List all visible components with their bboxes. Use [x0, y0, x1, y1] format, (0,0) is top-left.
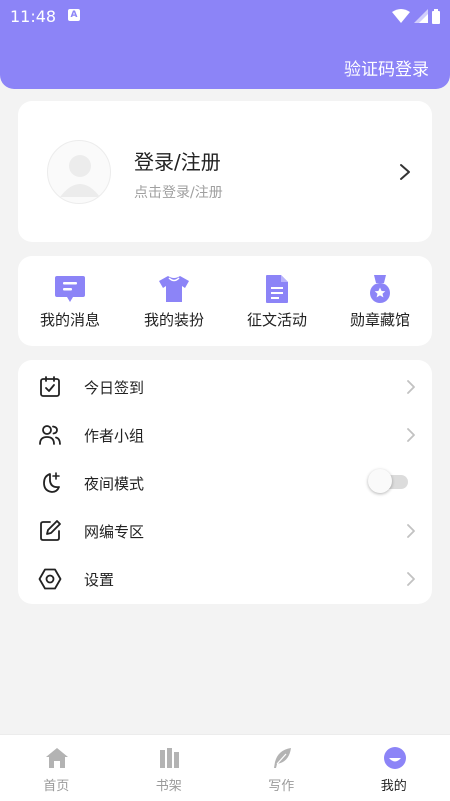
quick-action-label: 勋章藏馆 — [349, 311, 410, 329]
menu-item-author-group[interactable]: 作者小组 — [18, 410, 432, 458]
menu-item-label: 网编专区 — [84, 523, 145, 541]
app-header: 11:48 A 验证码登录 — [0, 0, 450, 89]
bottom-tab-bar: 首页 书架 写作 我的 — [0, 734, 450, 801]
tab-writing[interactable]: 写作 — [225, 735, 338, 801]
wifi-icon — [392, 9, 410, 23]
bookshelf-icon — [159, 748, 179, 768]
chevron-right-icon — [407, 572, 415, 586]
menu-item-label: 今日签到 — [84, 379, 145, 397]
quick-actions-card: 我的消息 我的装扮 征文活动 勋章藏馆 — [18, 256, 432, 346]
status-icons — [392, 8, 440, 24]
avatar[interactable] — [47, 140, 111, 204]
night-mode-toggle[interactable] — [368, 469, 410, 493]
menu-list-card: 今日签到 作者小组 夜间模式 网编专区 设置 — [18, 360, 432, 604]
quick-action-label: 我的消息 — [39, 311, 100, 329]
quick-action-label: 征文活动 — [246, 311, 307, 329]
menu-item-settings[interactable]: 设置 — [18, 554, 432, 602]
group-icon — [39, 425, 61, 445]
moon-icon — [43, 472, 60, 493]
tab-label: 写作 — [268, 779, 295, 794]
tab-label: 首页 — [43, 779, 70, 794]
chevron-right-icon[interactable] — [398, 163, 412, 181]
home-icon — [46, 748, 68, 768]
menu-item-label: 夜间模式 — [84, 475, 145, 493]
menu-item-night-mode: 夜间模式 — [18, 458, 432, 506]
tab-bookshelf[interactable]: 书架 — [113, 735, 226, 801]
edit-icon — [40, 520, 61, 541]
menu-item-editor-zone[interactable]: 网编专区 — [18, 506, 432, 554]
calendar-check-icon — [40, 376, 60, 397]
login-register-subtitle: 点击登录/注册 — [134, 185, 223, 201]
battery-icon — [432, 8, 440, 24]
signal-icon — [414, 9, 428, 23]
message-icon — [55, 276, 85, 302]
status-bar: 11:48 A — [0, 0, 450, 32]
settings-icon — [38, 568, 62, 590]
menu-item-label: 设置 — [84, 571, 115, 589]
document-icon — [266, 275, 288, 303]
verification-code-login-button[interactable]: 验证码登录 — [344, 55, 429, 80]
login-card[interactable]: 登录/注册 点击登录/注册 — [18, 101, 432, 242]
feather-icon — [274, 748, 291, 768]
tab-mine[interactable]: 我的 — [338, 735, 450, 801]
notification-icon: A — [68, 9, 80, 21]
default-avatar-icon — [60, 155, 100, 197]
chevron-right-icon — [407, 428, 415, 442]
quick-action-medal-hall[interactable]: 勋章藏馆 — [328, 256, 432, 346]
tab-home[interactable]: 首页 — [0, 735, 113, 801]
chevron-right-icon — [407, 380, 415, 394]
quick-action-outfits[interactable]: 我的装扮 — [122, 256, 226, 346]
quick-action-essay-contest[interactable]: 征文活动 — [225, 256, 329, 346]
login-register-title[interactable]: 登录/注册 — [134, 146, 221, 175]
status-time: 11:48 — [10, 7, 57, 26]
tshirt-icon — [159, 276, 189, 302]
toggle-knob — [368, 469, 392, 493]
tab-label: 我的 — [380, 779, 407, 794]
chevron-right-icon — [407, 524, 415, 538]
menu-item-daily-checkin[interactable]: 今日签到 — [18, 362, 432, 410]
medal-icon — [370, 275, 390, 303]
quick-action-messages[interactable]: 我的消息 — [18, 256, 122, 346]
tab-label: 书架 — [155, 779, 182, 794]
menu-item-label: 作者小组 — [84, 427, 145, 445]
profile-icon — [383, 747, 406, 769]
quick-action-label: 我的装扮 — [143, 311, 204, 329]
